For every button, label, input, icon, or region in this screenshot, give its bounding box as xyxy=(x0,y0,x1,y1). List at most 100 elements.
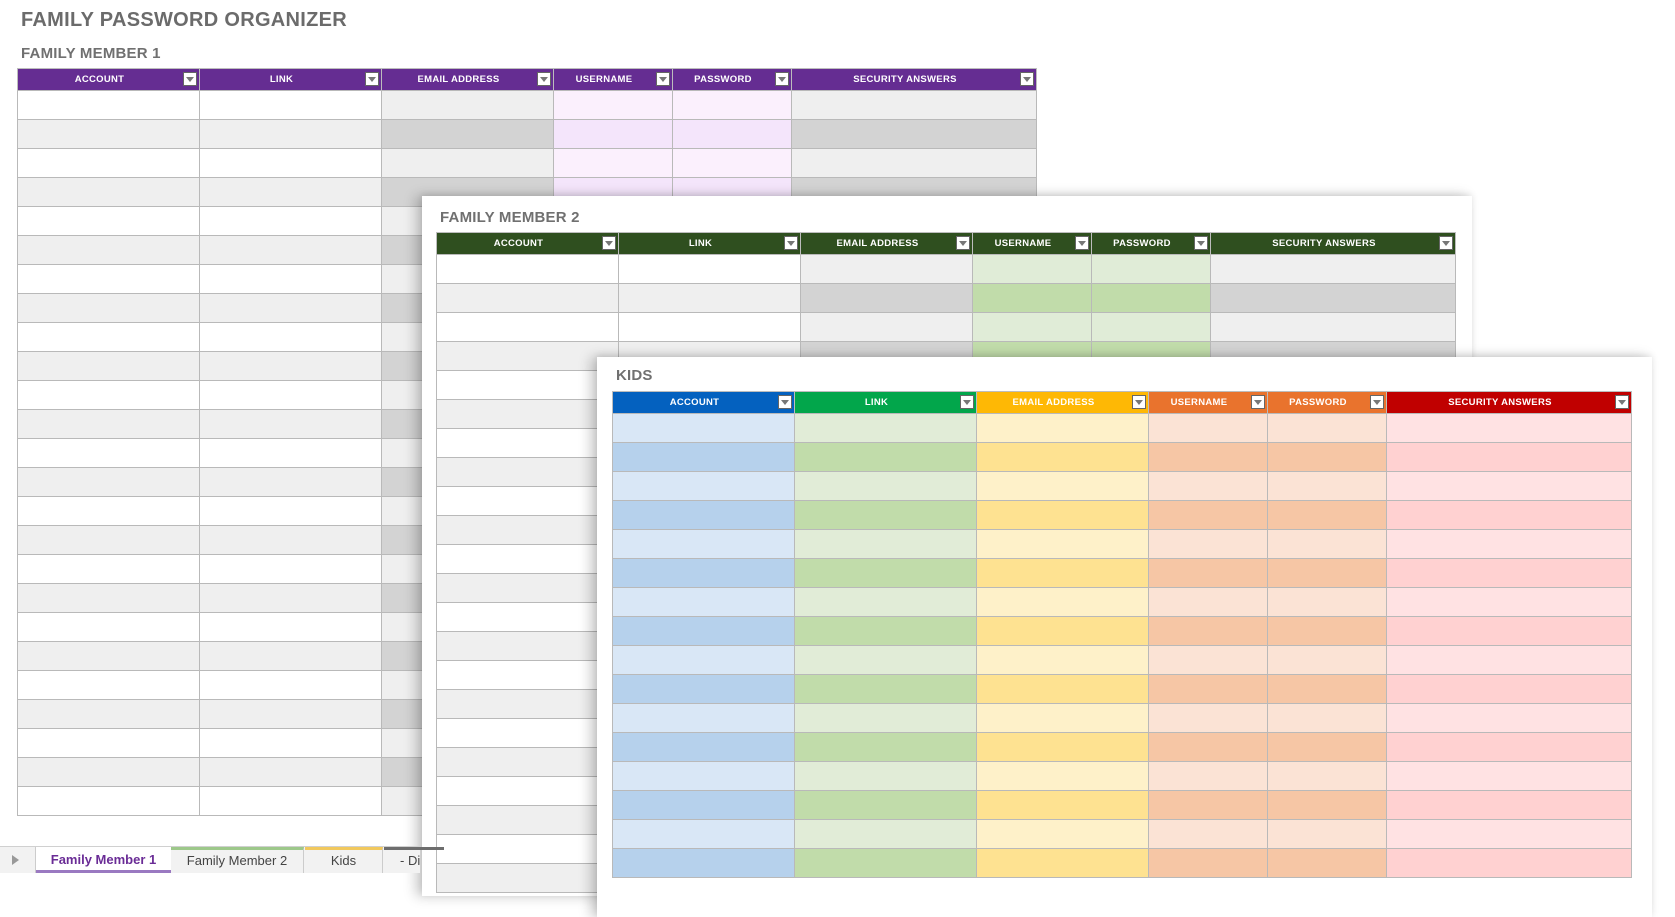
cell-link[interactable] xyxy=(199,670,382,700)
cell-username[interactable] xyxy=(1148,442,1268,472)
cell-email-address[interactable] xyxy=(381,90,554,120)
cell-link[interactable] xyxy=(618,312,801,342)
cell-username[interactable] xyxy=(1148,529,1268,559)
cell-security-answers[interactable] xyxy=(1386,558,1632,588)
filter-dropdown-icon[interactable] xyxy=(602,236,616,250)
cell-username[interactable] xyxy=(972,312,1092,342)
cell-security-answers[interactable] xyxy=(1386,500,1632,530)
cell-email-address[interactable] xyxy=(800,312,973,342)
cell-email-address[interactable] xyxy=(976,587,1149,617)
sheet-tab-kids[interactable]: Kids xyxy=(305,847,383,873)
cell-account[interactable] xyxy=(436,660,619,690)
cell-account[interactable] xyxy=(17,583,200,613)
cell-email-address[interactable] xyxy=(976,674,1149,704)
cell-account[interactable] xyxy=(17,264,200,294)
cell-account[interactable] xyxy=(436,747,619,777)
cell-link[interactable] xyxy=(199,119,382,149)
cell-account[interactable] xyxy=(612,848,795,878)
cell-security-answers[interactable] xyxy=(1386,819,1632,849)
cell-username[interactable] xyxy=(553,90,673,120)
filter-dropdown-icon[interactable] xyxy=(960,395,974,409)
cell-username[interactable] xyxy=(1148,790,1268,820)
cell-account[interactable] xyxy=(17,699,200,729)
cell-username[interactable] xyxy=(553,148,673,178)
filter-dropdown-icon[interactable] xyxy=(537,72,551,86)
cell-username[interactable] xyxy=(972,283,1092,313)
cell-account[interactable] xyxy=(612,790,795,820)
cell-link[interactable] xyxy=(794,558,977,588)
cell-link[interactable] xyxy=(199,496,382,526)
cell-password[interactable] xyxy=(1267,529,1387,559)
cell-security-answers[interactable] xyxy=(1386,848,1632,878)
cell-email-address[interactable] xyxy=(976,471,1149,501)
cell-password[interactable] xyxy=(1267,442,1387,472)
cell-account[interactable] xyxy=(17,380,200,410)
cell-link[interactable] xyxy=(199,293,382,323)
cell-link[interactable] xyxy=(794,500,977,530)
cell-account[interactable] xyxy=(436,370,619,400)
cell-account[interactable] xyxy=(436,602,619,632)
cell-account[interactable] xyxy=(612,674,795,704)
cell-security-answers[interactable] xyxy=(791,148,1037,178)
cell-username[interactable] xyxy=(1148,674,1268,704)
cell-email-address[interactable] xyxy=(976,500,1149,530)
cell-email-address[interactable] xyxy=(800,283,973,313)
cell-account[interactable] xyxy=(436,486,619,516)
cell-security-answers[interactable] xyxy=(1386,674,1632,704)
cell-link[interactable] xyxy=(618,254,801,284)
cell-account[interactable] xyxy=(17,525,200,555)
cell-account[interactable] xyxy=(612,616,795,646)
cell-account[interactable] xyxy=(612,558,795,588)
cell-security-answers[interactable] xyxy=(1386,616,1632,646)
cell-account[interactable] xyxy=(17,612,200,642)
cell-account[interactable] xyxy=(17,235,200,265)
cell-link[interactable] xyxy=(199,641,382,671)
cell-password[interactable] xyxy=(1267,732,1387,762)
cell-password[interactable] xyxy=(1267,616,1387,646)
cell-account[interactable] xyxy=(612,645,795,675)
cell-link[interactable] xyxy=(794,413,977,443)
cell-username[interactable] xyxy=(1148,587,1268,617)
filter-dropdown-icon[interactable] xyxy=(1439,236,1453,250)
cell-account[interactable] xyxy=(436,805,619,835)
cell-account[interactable] xyxy=(17,670,200,700)
cell-username[interactable] xyxy=(1148,732,1268,762)
cell-password[interactable] xyxy=(1091,283,1211,313)
cell-link[interactable] xyxy=(794,819,977,849)
cell-username[interactable] xyxy=(972,254,1092,284)
cell-link[interactable] xyxy=(199,438,382,468)
cell-link[interactable] xyxy=(199,525,382,555)
cell-account[interactable] xyxy=(612,442,795,472)
filter-dropdown-icon[interactable] xyxy=(1615,395,1629,409)
cell-password[interactable] xyxy=(1267,413,1387,443)
cell-password[interactable] xyxy=(672,148,792,178)
cell-password[interactable] xyxy=(1267,703,1387,733)
cell-link[interactable] xyxy=(199,699,382,729)
filter-dropdown-icon[interactable] xyxy=(1370,395,1384,409)
cell-username[interactable] xyxy=(1148,761,1268,791)
cell-account[interactable] xyxy=(17,786,200,816)
cell-email-address[interactable] xyxy=(976,645,1149,675)
cell-username[interactable] xyxy=(1148,848,1268,878)
cell-account[interactable] xyxy=(436,341,619,371)
cell-security-answers[interactable] xyxy=(1210,312,1456,342)
cell-link[interactable] xyxy=(199,177,382,207)
cell-email-address[interactable] xyxy=(976,848,1149,878)
cell-password[interactable] xyxy=(1267,848,1387,878)
cell-account[interactable] xyxy=(17,148,200,178)
cell-account[interactable] xyxy=(436,573,619,603)
cell-security-answers[interactable] xyxy=(1210,283,1456,313)
cell-username[interactable] xyxy=(1148,616,1268,646)
cell-link[interactable] xyxy=(199,380,382,410)
cell-security-answers[interactable] xyxy=(1386,471,1632,501)
cell-link[interactable] xyxy=(794,529,977,559)
cell-password[interactable] xyxy=(1267,674,1387,704)
cell-account[interactable] xyxy=(17,757,200,787)
cell-link[interactable] xyxy=(199,322,382,352)
cell-account[interactable] xyxy=(612,471,795,501)
cell-password[interactable] xyxy=(1267,645,1387,675)
cell-password[interactable] xyxy=(1267,500,1387,530)
cell-link[interactable] xyxy=(794,790,977,820)
cell-account[interactable] xyxy=(17,467,200,497)
filter-dropdown-icon[interactable] xyxy=(365,72,379,86)
